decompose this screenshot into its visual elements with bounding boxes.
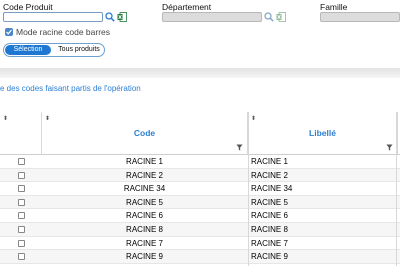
column-divider — [248, 112, 249, 266]
libelle-cell: RACINE 1 — [251, 157, 288, 166]
code-produit-input[interactable] — [3, 12, 103, 22]
table-row[interactable]: RACINE 9 RACINE 9 — [0, 250, 400, 264]
libelle-cell: RACINE 5 — [251, 197, 288, 207]
table-row[interactable]: RACINE 1 RACINE 1 — [0, 155, 400, 169]
toggle-all-products[interactable]: Tous produits — [54, 45, 104, 55]
selection-toggle[interactable]: Sélection Tous produits — [3, 43, 105, 57]
code-cell: RACINE 9 — [126, 252, 163, 262]
code-cell: RACINE 5 — [126, 197, 163, 207]
row-checkbox[interactable] — [18, 158, 25, 165]
libelle-cell: RACINE 7 — [251, 238, 288, 248]
filter-panel: Code Produit Département Famille Mode ra… — [0, 0, 400, 68]
libelle-cell: RACINE 34 — [251, 184, 293, 194]
panel-separator — [0, 68, 400, 78]
table-row[interactable]: RACINE 6 RACINE 6 — [0, 209, 400, 223]
row-checkbox[interactable] — [18, 198, 25, 206]
libelle-cell: RACINE 2 — [251, 170, 288, 180]
famille-label: Famille — [320, 2, 348, 12]
row-checkbox[interactable] — [18, 226, 25, 233]
mode-racine-label: Mode racine code barres — [16, 27, 111, 37]
row-checkbox[interactable] — [18, 171, 25, 179]
code-cell: RACINE 2 — [126, 170, 163, 180]
code-cell: RACINE 34 — [123, 184, 166, 194]
grid-body: RACINE 1 RACINE 1 RACINE 2 RACINE 2 RACI… — [0, 155, 400, 266]
libelle-cell: RACINE 8 — [251, 225, 288, 234]
excel-icon[interactable] — [276, 12, 286, 22]
table-row[interactable]: RACINE 5 RACINE 5 — [0, 195, 400, 210]
section-title: e des codes faisant partis de l'opératio… — [0, 84, 141, 93]
table-row[interactable]: RACINE 7 RACINE 7 — [0, 237, 400, 251]
code-column-title[interactable]: Code — [42, 128, 247, 138]
check-icon — [6, 29, 12, 35]
sort-icon[interactable]: ⬍ — [251, 115, 256, 122]
sort-icon[interactable]: ⬍ — [3, 115, 8, 122]
codes-grid: ⬍ ⬍ Code ⬍ Libellé RACINE 1 RACINE 1 RAC… — [0, 112, 400, 266]
filter-icon[interactable] — [386, 144, 393, 151]
libelle-column-title[interactable]: Libellé — [248, 128, 397, 138]
row-checkbox[interactable] — [18, 185, 25, 193]
search-icon[interactable] — [105, 12, 115, 22]
code-cell: RACINE 1 — [126, 157, 163, 166]
sort-icon[interactable]: ⬍ — [45, 115, 50, 122]
select-column-header: ⬍ — [0, 112, 42, 154]
code-cell: RACINE 8 — [126, 225, 163, 234]
code-cell: RACINE 7 — [126, 238, 163, 248]
code-cell: RACINE 6 — [126, 211, 163, 221]
toggle-selection[interactable]: Sélection — [5, 45, 51, 55]
table-row[interactable]: RACINE 2 RACINE 2 — [0, 168, 400, 183]
code-column-header[interactable]: ⬍ Code — [42, 112, 248, 154]
excel-icon[interactable] — [117, 12, 127, 22]
search-icon[interactable] — [264, 12, 274, 22]
table-row[interactable]: RACINE 34 RACINE 34 — [0, 182, 400, 196]
row-checkbox[interactable] — [18, 212, 25, 220]
filter-icon[interactable] — [236, 144, 243, 151]
departement-input[interactable] — [162, 12, 262, 22]
code-produit-label: Code Produit — [3, 2, 53, 12]
libelle-cell: RACINE 6 — [251, 211, 288, 221]
libelle-cell: RACINE 9 — [251, 252, 288, 262]
libelle-column-header[interactable]: ⬍ Libellé — [248, 112, 398, 154]
mode-racine-checkbox[interactable] — [5, 28, 13, 36]
famille-input[interactable] — [320, 12, 400, 22]
row-checkbox[interactable] — [18, 253, 25, 261]
column-divider — [396, 112, 397, 266]
row-checkbox[interactable] — [18, 239, 25, 247]
table-row[interactable]: RACINE 8 RACINE 8 — [0, 223, 400, 237]
departement-label: Département — [162, 2, 212, 12]
